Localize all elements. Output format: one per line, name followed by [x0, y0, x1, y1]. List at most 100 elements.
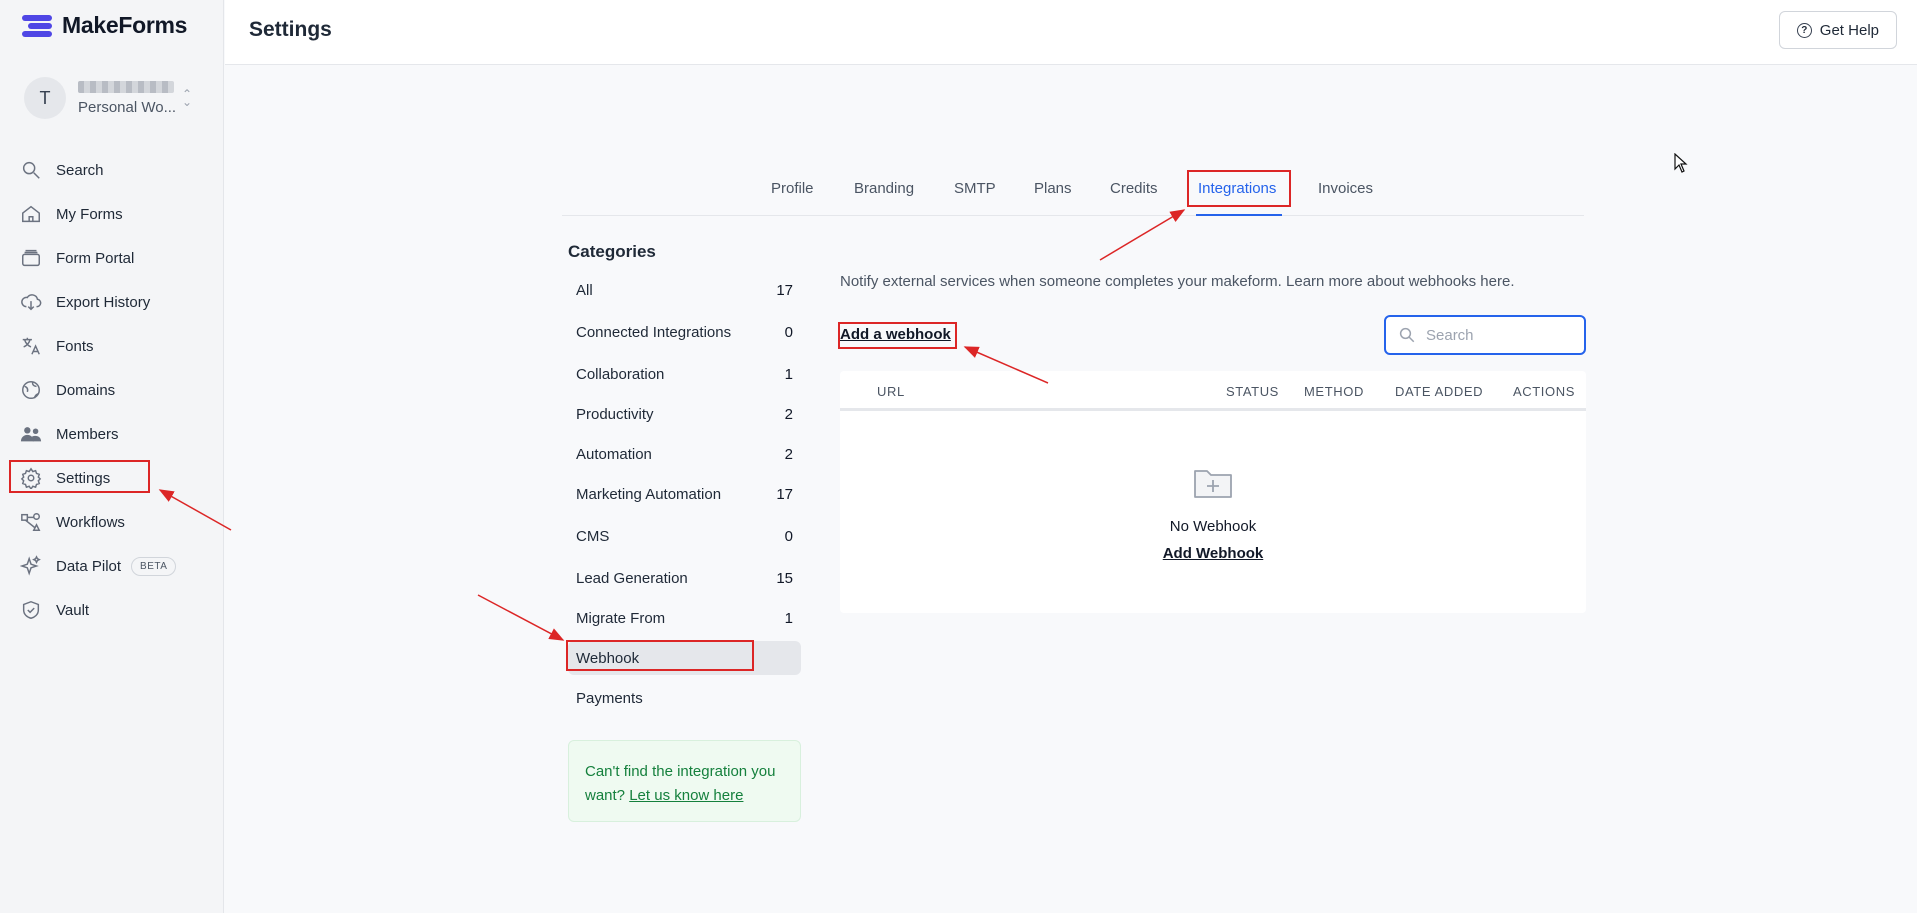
workspace-subtitle: Personal Wo...: [78, 98, 177, 116]
sparkle-icon: [20, 555, 41, 576]
column-status[interactable]: STATUS: [1226, 384, 1279, 399]
category-label: Productivity: [576, 405, 654, 423]
sidebar-item-label: Search: [56, 161, 104, 179]
category-count: 1: [784, 365, 793, 383]
category-count: 0: [784, 323, 793, 341]
brand-name: MakeForms: [62, 12, 188, 38]
makeforms-logo-icon: [22, 13, 52, 39]
sidebar-item-label: My Forms: [56, 205, 123, 223]
settings-tabs: [562, 168, 1584, 216]
highlight-integrations-tab: [1187, 170, 1291, 207]
portal-icon: [22, 249, 40, 267]
table-header: URL STATUS METHOD DATE ADDED ACTIONS: [840, 371, 1586, 411]
column-date-added[interactable]: DATE ADDED: [1395, 384, 1483, 399]
tab-invoices[interactable]: Invoices: [1318, 180, 1373, 197]
category-label: Automation: [576, 445, 652, 463]
shield-icon: [22, 600, 40, 620]
category-automation[interactable]: Automation 2: [568, 437, 801, 471]
sidebar-item-label: Vault: [56, 601, 90, 619]
category-count: 2: [784, 445, 793, 463]
workflow-icon: [21, 513, 41, 531]
arrow-to-integrations: [1099, 209, 1186, 261]
tab-smtp[interactable]: SMTP: [954, 180, 996, 197]
home-icon: [22, 205, 40, 223]
categories-title: Categories: [568, 242, 656, 261]
sidebar-item-data-pilot[interactable]: Data Pilot BETA: [10, 544, 214, 588]
category-connected-integrations[interactable]: Connected Integrations 0: [568, 315, 801, 349]
sidebar-item-workflows[interactable]: Workflows: [10, 500, 214, 544]
category-label: Payments: [576, 689, 643, 707]
workspace-name-redacted: [78, 80, 174, 93]
category-cms[interactable]: CMS 0: [568, 519, 801, 553]
tab-branding[interactable]: Branding: [854, 180, 914, 197]
category-lead-generation[interactable]: Lead Generation 15: [568, 561, 801, 595]
cloud-download-icon: [21, 294, 42, 311]
sidebar-item-form-portal[interactable]: Form Portal: [10, 236, 214, 280]
category-label: Lead Generation: [576, 569, 688, 587]
sidebar-item-label: Data Pilot: [56, 557, 122, 575]
category-count: 17: [776, 281, 793, 299]
category-all[interactable]: All 17: [568, 273, 801, 307]
category-count: 2: [784, 405, 793, 423]
let-us-know-link[interactable]: Let us know here: [629, 787, 743, 804]
translate-icon: [22, 337, 40, 355]
category-collaboration[interactable]: Collaboration 1: [568, 357, 801, 391]
empty-state-title: No Webhook: [1169, 518, 1257, 535]
brand[interactable]: MakeForms: [22, 12, 187, 39]
active-tab-underline: [1196, 214, 1282, 216]
arrow-to-webhook-category: [477, 594, 565, 641]
globe-icon: [22, 381, 40, 399]
category-migrate-from[interactable]: Migrate From 1: [568, 601, 801, 635]
beta-badge: BETA: [131, 556, 177, 576]
help-circle-icon: ?: [1796, 22, 1812, 38]
users-icon: [20, 427, 42, 442]
column-actions[interactable]: ACTIONS: [1513, 384, 1575, 399]
search-icon: [1399, 327, 1415, 343]
chevron-up-down-icon: ⌃ ⌄: [182, 87, 193, 109]
sidebar-item-label: Form Portal: [56, 249, 135, 267]
add-webhook-empty-link[interactable]: Add Webhook: [1163, 545, 1264, 562]
sidebar-item-vault[interactable]: Vault: [10, 588, 214, 632]
sidebar-item-label: Workflows: [56, 513, 125, 531]
get-help-button[interactable]: ? Get Help: [1778, 11, 1897, 49]
category-count: 15: [776, 569, 793, 587]
category-payments[interactable]: Payments: [568, 681, 801, 715]
page-title: Settings: [249, 18, 332, 41]
sidebar-item-label: Export History: [56, 293, 151, 311]
tab-credits[interactable]: Credits: [1110, 180, 1158, 197]
search-icon: [22, 161, 40, 179]
category-count: 17: [776, 485, 793, 503]
category-label: Migrate From: [576, 609, 666, 627]
sidebar-item-export-history[interactable]: Export History: [10, 280, 214, 324]
sidebar-nav: Search My Forms Form Portal Export Histo…: [10, 148, 214, 632]
empty-state: No Webhook Add Webhook: [840, 467, 1586, 563]
sidebar-item-label: Domains: [56, 381, 116, 399]
tab-plans[interactable]: Plans: [1034, 180, 1072, 197]
sidebar-item-members[interactable]: Members: [10, 412, 214, 456]
webhook-search[interactable]: [1384, 315, 1586, 355]
category-label: All: [576, 281, 593, 299]
sidebar-item-domains[interactable]: Domains: [10, 368, 214, 412]
webhooks-table: URL STATUS METHOD DATE ADDED ACTIONS No …: [840, 371, 1586, 613]
search-input[interactable]: [1426, 326, 1576, 344]
mouse-cursor-icon: [1674, 153, 1688, 173]
sidebar: MakeForms T Personal Wo... ⌃ ⌄ Search My …: [0, 0, 224, 913]
tab-profile[interactable]: Profile: [771, 180, 814, 197]
integration-request-card: Can't find the integration you want? Let…: [568, 740, 801, 822]
webhooks-description: Notify external services when someone co…: [840, 273, 1515, 290]
column-method[interactable]: METHOD: [1304, 384, 1364, 399]
sidebar-item-fonts[interactable]: Fonts: [10, 324, 214, 368]
category-label: CMS: [576, 527, 610, 545]
column-url[interactable]: URL: [877, 384, 905, 399]
category-label: Marketing Automation: [576, 485, 722, 503]
sidebar-item-my-forms[interactable]: My Forms: [10, 192, 214, 236]
highlight-webhook-category: [566, 640, 754, 671]
get-help-label: Get Help: [1819, 21, 1879, 39]
sidebar-item-label: Members: [56, 425, 119, 443]
category-productivity[interactable]: Productivity 2: [568, 397, 801, 431]
sidebar-item-search[interactable]: Search: [10, 148, 214, 192]
workspace-switcher[interactable]: T Personal Wo... ⌃ ⌄: [24, 76, 200, 120]
folder-add-icon: [1194, 470, 1232, 498]
highlight-settings: [9, 460, 150, 493]
category-marketing-automation[interactable]: Marketing Automation 17: [568, 477, 801, 511]
